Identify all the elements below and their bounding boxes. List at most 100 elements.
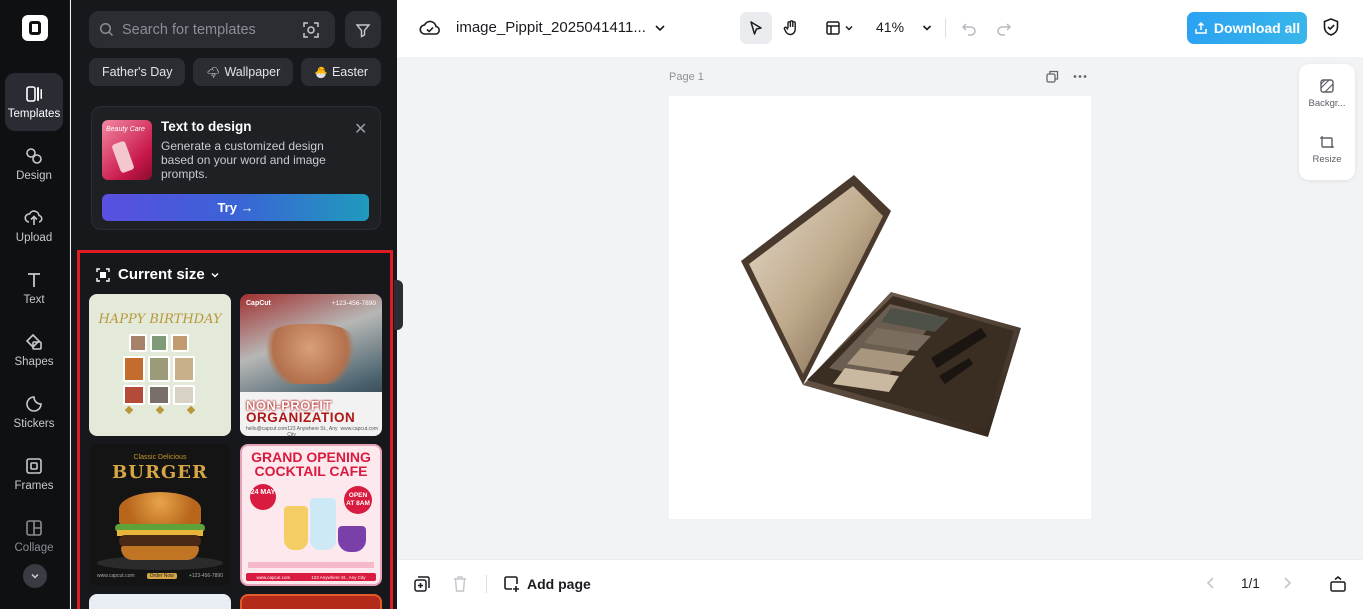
search-icon	[99, 22, 114, 37]
add-page-label: Add page	[527, 576, 591, 592]
pages-panel-icon[interactable]	[1329, 575, 1347, 593]
chip-fathers-day[interactable]: Father's Day	[89, 58, 186, 86]
close-icon[interactable]: ✕	[354, 119, 367, 139]
try-button[interactable]: Try →	[102, 194, 369, 221]
bottom-toolbar: Add page 1/1	[397, 559, 1363, 609]
duplicate-page-icon[interactable]	[1046, 70, 1059, 83]
app-logo[interactable]	[22, 15, 48, 41]
eyeshadow-palette-image[interactable]	[669, 96, 1091, 519]
template-card-cocktail[interactable]: GRAND OPENING COCKTAIL CAFE 24 MAY OPEN …	[240, 444, 382, 586]
burger-bottom-bun	[121, 546, 199, 560]
redo-button[interactable]	[988, 12, 1020, 44]
photo-thumb	[173, 356, 195, 382]
page-counter: 1/1	[1241, 576, 1260, 591]
rail-item-upload[interactable]: Upload	[5, 197, 63, 255]
rail-item-stickers[interactable]: Stickers	[5, 383, 63, 441]
photo-thumb	[129, 334, 147, 352]
zoom-menu-button[interactable]	[911, 12, 943, 44]
filter-button[interactable]	[345, 11, 381, 48]
date-badge: 24 MAY	[250, 484, 276, 510]
collage-icon	[26, 520, 42, 536]
resize-button[interactable]: Resize	[1299, 134, 1355, 165]
hand-tool-button[interactable]	[775, 12, 807, 44]
select-tool-button[interactable]	[740, 12, 772, 44]
photo-thumb	[171, 334, 189, 352]
template-title: BURGER	[112, 462, 208, 483]
footer-text: 123 Anywhere St., Any City	[311, 574, 366, 580]
layout-menu-button[interactable]	[817, 12, 861, 44]
cloud-save-icon[interactable]	[419, 19, 441, 37]
canvas-artboard[interactable]	[669, 96, 1091, 519]
file-name[interactable]: image_Pippit_2025041411...	[456, 19, 646, 36]
template-card-birthday[interactable]: HAPPY BIRTHDAY	[89, 294, 231, 436]
zoom-level[interactable]: 41%	[876, 19, 904, 35]
template-card-nonprofit[interactable]: CapCut +123-456-7890 NON-PROFIT ORGANIZA…	[240, 294, 382, 436]
template-card-partial[interactable]	[240, 594, 382, 609]
template-card-partial[interactable]	[89, 594, 231, 609]
rail-more-button[interactable]	[23, 564, 47, 588]
download-all-button[interactable]: Download all	[1187, 12, 1307, 44]
template-brand: CapCut	[246, 300, 271, 307]
undo-button[interactable]	[953, 12, 985, 44]
background-button[interactable]: Backgr...	[1299, 78, 1355, 109]
template-footer: hello@capcut.com 123 Anywhere St., Any C…	[246, 426, 378, 436]
image-search-button[interactable]	[299, 18, 323, 42]
photo-thumb	[173, 385, 195, 405]
frames-icon	[26, 458, 42, 474]
collapse-panel-handle[interactable]	[394, 280, 403, 330]
rail-label: Design	[16, 170, 52, 182]
shapes-icon	[25, 333, 42, 350]
rail-item-collage[interactable]: Collage	[5, 507, 63, 565]
template-card-burger[interactable]: Classic Delicious BURGER www.capcut.com …	[89, 444, 231, 586]
footer-text: www.capcut.com	[340, 426, 378, 432]
filter-icon	[355, 23, 371, 38]
upload-icon	[24, 210, 43, 225]
chevron-down-icon[interactable]	[653, 21, 667, 35]
templates-icon	[26, 86, 42, 102]
rail-label: Frames	[14, 480, 54, 492]
hands-image	[260, 324, 360, 384]
shield-icon[interactable]	[1321, 17, 1341, 37]
chip-easter[interactable]: 🐣 Easter	[301, 58, 382, 86]
undo-icon	[961, 23, 976, 36]
stickers-icon	[26, 396, 42, 412]
text-to-design-description: Generate a customized design based on yo…	[161, 139, 326, 181]
chip-label: Easter	[331, 65, 369, 79]
lipstick-image	[111, 140, 135, 174]
footer-text: www.capcut.com	[97, 573, 135, 579]
template-phone: +123-456-7890	[331, 300, 376, 307]
chip-label: Father's Day	[102, 65, 173, 79]
rail-label: Stickers	[13, 418, 55, 430]
more-options-icon[interactable]	[1073, 70, 1087, 83]
next-page-icon[interactable]	[1281, 575, 1293, 591]
heart-icon	[124, 405, 134, 415]
rail-label: Shapes	[14, 356, 54, 368]
rail-item-text[interactable]: Text	[5, 259, 63, 317]
template-line2: ORGANIZATION	[246, 410, 356, 425]
heart-icon	[186, 405, 196, 415]
rail-item-templates[interactable]: Templates	[5, 73, 63, 131]
add-layer-icon[interactable]	[413, 575, 431, 593]
redo-icon	[997, 23, 1012, 36]
add-page-button[interactable]: Add page	[503, 575, 591, 593]
trash-icon[interactable]	[452, 575, 468, 593]
photo-thumb	[123, 356, 145, 382]
current-size-header[interactable]: Current size	[96, 266, 221, 283]
templates-panel: Search for templates Father's Day 🌩 Wallp…	[71, 0, 397, 609]
rail-item-frames[interactable]: Frames	[5, 445, 63, 503]
wallpaper-emoji-icon: 🌩	[206, 66, 221, 79]
chevron-down-icon	[844, 25, 853, 31]
chip-wallpaper[interactable]: 🌩 Wallpaper	[193, 58, 294, 86]
design-icon	[26, 148, 42, 164]
template-title: HAPPY BIRTHDAY	[98, 312, 222, 327]
rail-label: Templates	[7, 108, 61, 120]
chip-label: Wallpaper	[224, 65, 281, 79]
rail-item-shapes[interactable]: Shapes	[5, 321, 63, 379]
background-icon	[1320, 79, 1334, 93]
toolbar-divider	[486, 575, 487, 593]
background-label: Backgr...	[1308, 98, 1346, 109]
previous-page-icon[interactable]	[1205, 575, 1217, 591]
drink-glass	[338, 526, 366, 552]
rail-item-design[interactable]: Design	[5, 135, 63, 193]
footer-text: www.capcut.com	[256, 574, 291, 580]
